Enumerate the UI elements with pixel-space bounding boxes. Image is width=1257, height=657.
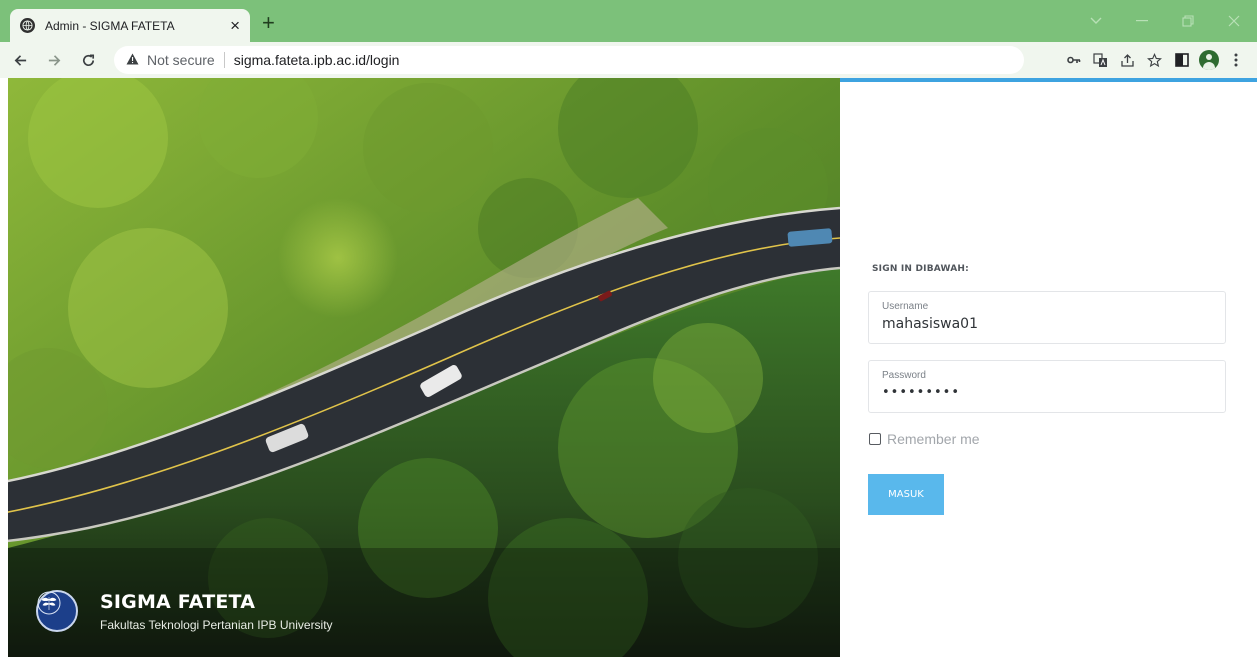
brand-subtitle: Fakultas Teknologi Pertanian IPB Univers… [100, 617, 333, 632]
remember-checkbox[interactable] [869, 433, 881, 445]
profile-icon[interactable] [1195, 46, 1222, 74]
side-panel-icon[interactable] [1168, 46, 1195, 74]
hero-background-image: SIGMA FATETA Fakultas Teknologi Pertania… [8, 78, 840, 657]
signin-heading: SIGN IN DIBAWAH: [872, 264, 969, 274]
warning-icon[interactable] [126, 53, 139, 68]
toolbar-actions [1060, 46, 1249, 74]
remember-me[interactable]: Remember me [869, 431, 980, 447]
tab-title: Admin - SIGMA FATETA [45, 18, 175, 33]
brand-block: SIGMA FATETA Fakultas Teknologi Pertania… [36, 590, 333, 632]
username-input[interactable] [882, 316, 1212, 332]
brand-title: SIGMA FATETA [100, 590, 256, 613]
close-window-icon[interactable] [1211, 0, 1257, 42]
forward-icon[interactable] [40, 46, 68, 74]
menu-icon[interactable] [1222, 46, 1249, 74]
minimize-icon[interactable] [1119, 0, 1165, 42]
address-bar[interactable]: Not secure sigma.fateta.ipb.ac.id/login [114, 46, 1024, 74]
ipb-logo-icon [36, 590, 78, 632]
brand-text: SIGMA FATETA Fakultas Teknologi Pertania… [100, 591, 333, 632]
password-label: Password [882, 370, 926, 381]
tab-search-icon[interactable] [1073, 0, 1119, 42]
address-divider [223, 52, 225, 68]
globe-icon [20, 18, 35, 33]
username-field[interactable]: Username [868, 291, 1226, 344]
key-icon[interactable] [1060, 46, 1087, 74]
reload-icon[interactable] [74, 46, 102, 74]
username-label: Username [882, 301, 929, 312]
security-status[interactable]: Not secure [147, 52, 215, 68]
browser-titlebar: Admin - SIGMA FATETA × + [0, 0, 1257, 42]
browser-tab-active[interactable]: Admin - SIGMA FATETA × [10, 9, 250, 42]
window-controls [1073, 0, 1257, 42]
share-icon[interactable] [1114, 46, 1141, 74]
url-text[interactable]: sigma.fateta.ipb.ac.id/login [234, 52, 400, 68]
password-field[interactable]: Password ••••••••• [868, 360, 1226, 413]
new-tab-button[interactable]: + [262, 12, 275, 34]
avatar [1198, 50, 1219, 70]
tab-close-icon[interactable]: × [230, 17, 240, 34]
password-input[interactable]: ••••••••• [882, 385, 1212, 400]
translate-icon[interactable] [1087, 46, 1114, 74]
login-button[interactable]: MASUK [868, 474, 944, 515]
star-icon[interactable] [1141, 46, 1168, 74]
restore-icon[interactable] [1165, 0, 1211, 42]
back-icon[interactable] [6, 46, 34, 74]
remember-label[interactable]: Remember me [887, 431, 980, 447]
aerial-road-illustration [8, 78, 840, 657]
login-panel: SIGN IN DIBAWAH: Username Password •••••… [840, 82, 1257, 657]
browser-toolbar: Not secure sigma.fateta.ipb.ac.id/login [0, 42, 1257, 78]
